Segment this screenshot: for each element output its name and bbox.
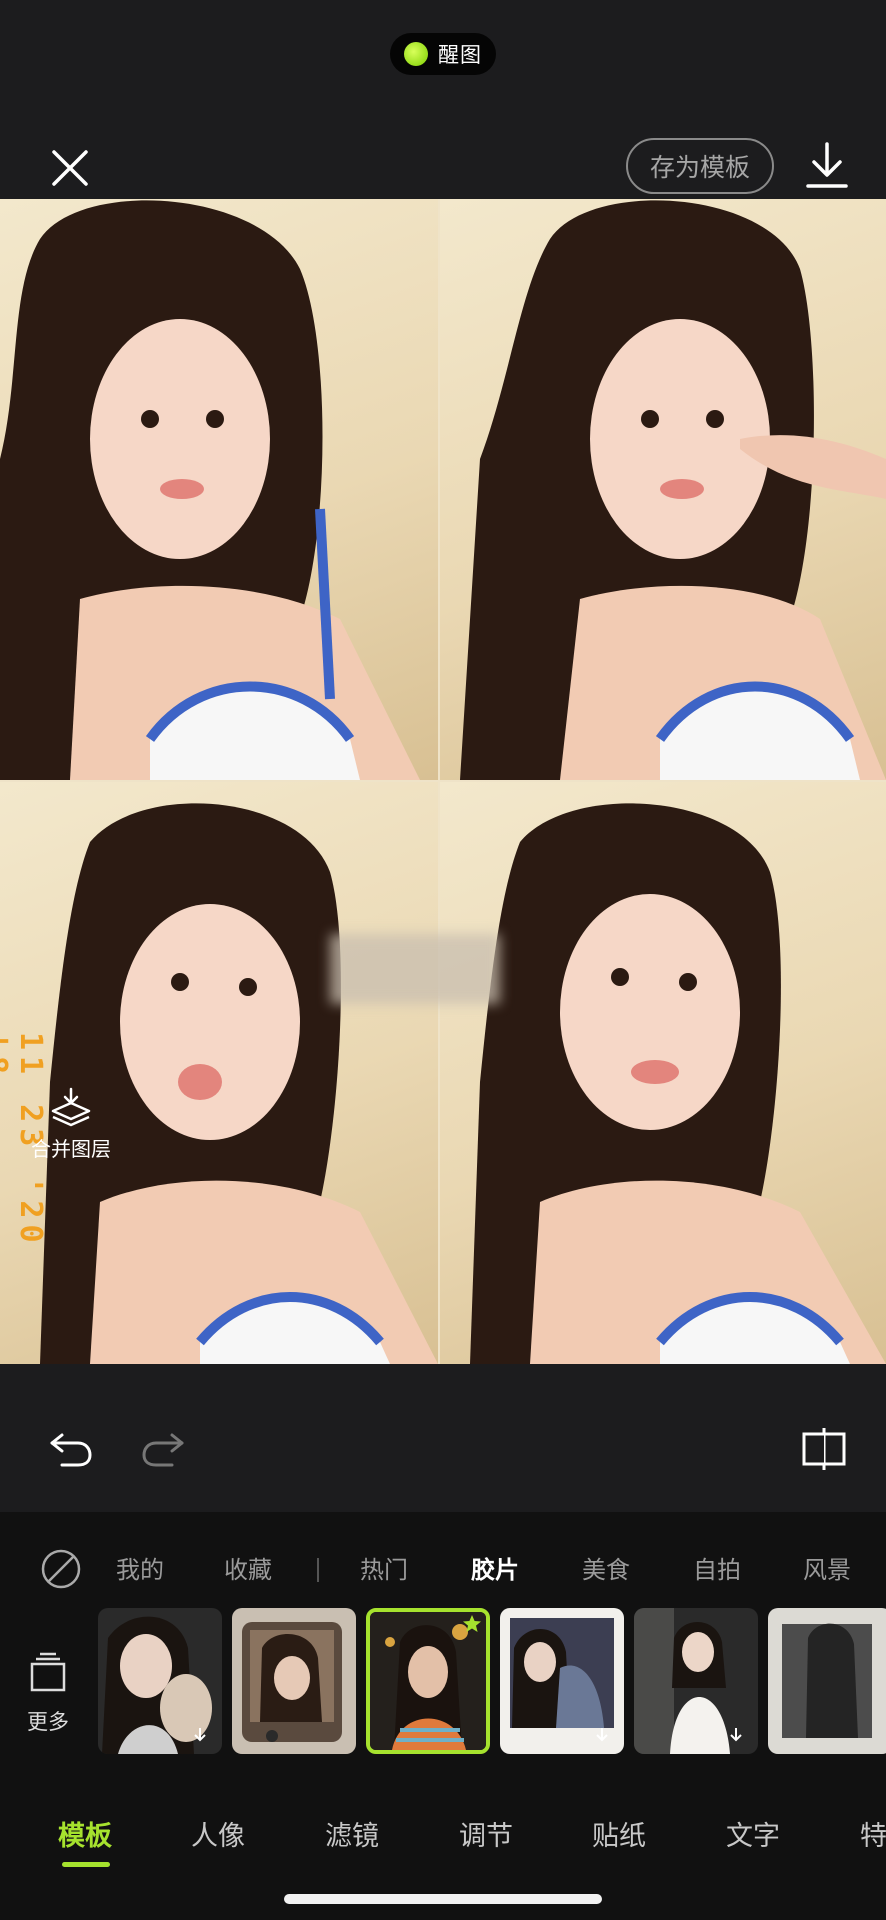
star-icon	[463, 1615, 481, 1632]
category-scenery[interactable]: 风景	[803, 1550, 851, 1585]
tab-text[interactable]: 文字	[726, 1814, 780, 1853]
no-template-icon[interactable]	[40, 1548, 82, 1590]
blurred-region	[330, 934, 500, 1004]
template-thumbnail[interactable]	[232, 1608, 356, 1754]
layers-icon	[51, 1087, 91, 1127]
category-row: 我的 收藏 热门 胶片 美食 自拍 风景	[0, 1534, 886, 1594]
category-selfie[interactable]: 自拍	[693, 1550, 741, 1585]
tab-adjust[interactable]: 调节	[459, 1814, 513, 1853]
status-bar: 醒图	[0, 0, 886, 130]
undo-icon[interactable]	[48, 1429, 94, 1469]
download-icon	[596, 1728, 608, 1742]
redo-icon[interactable]	[140, 1429, 186, 1469]
photo-canvas[interactable]: 11 23 '20 '8	[0, 199, 886, 1364]
tab-sticker[interactable]: 贴纸	[592, 1814, 646, 1853]
tab-template[interactable]: 模板	[58, 1814, 112, 1853]
tab-filter[interactable]: 滤镜	[325, 1814, 379, 1853]
category-hot[interactable]: 热门	[360, 1550, 408, 1585]
app-name: 醒图	[438, 43, 482, 67]
category-mine[interactable]: 我的	[116, 1550, 164, 1585]
template-thumbnail[interactable]	[98, 1608, 222, 1754]
template-thumbnail-selected[interactable]	[366, 1608, 490, 1754]
template-thumbnail[interactable]	[500, 1608, 624, 1754]
merge-layers-button[interactable]: 合并图层	[26, 1087, 116, 1161]
active-tab-indicator	[62, 1862, 110, 1867]
more-label: 更多	[27, 1710, 69, 1734]
category-food[interactable]: 美食	[582, 1550, 630, 1585]
category-film[interactable]: 胶片	[471, 1550, 519, 1585]
bottom-panel: 我的 收藏 热门 胶片 美食 自拍 风景 更多 模板 人像 滤镜 调节 贴纸 文…	[0, 1512, 886, 1920]
download-icon	[194, 1728, 206, 1742]
category-favorites[interactable]: 收藏	[224, 1550, 272, 1585]
stack-icon	[30, 1652, 66, 1692]
app-logo-icon	[404, 42, 428, 66]
tab-portrait[interactable]: 人像	[191, 1814, 245, 1853]
more-templates-button[interactable]: 更多	[20, 1652, 76, 1752]
collage-photo-2[interactable]	[440, 199, 886, 780]
download-icon[interactable]	[802, 140, 852, 192]
merge-layers-label: 合并图层	[31, 1137, 111, 1161]
category-divider	[317, 1558, 319, 1582]
download-icon	[730, 1728, 742, 1742]
collage-photo-3[interactable]: 11 23 '20 '8	[0, 782, 438, 1364]
close-icon[interactable]	[48, 146, 92, 190]
template-thumbnail[interactable]	[634, 1608, 758, 1754]
template-strip[interactable]	[98, 1608, 886, 1758]
save-template-button[interactable]: 存为模板	[626, 138, 774, 194]
top-bar: 存为模板	[0, 130, 886, 200]
collage-photo-1[interactable]	[0, 199, 438, 780]
tool-tabs: 模板 人像 滤镜 调节 贴纸 文字 特	[0, 1800, 886, 1870]
app-badge: 醒图	[390, 33, 496, 75]
compare-icon[interactable]	[800, 1426, 848, 1472]
tab-effects[interactable]: 特	[860, 1814, 886, 1853]
edit-history-bar	[0, 1364, 886, 1512]
collage-photo-4[interactable]	[440, 782, 886, 1364]
home-indicator[interactable]	[284, 1894, 602, 1904]
template-thumbnail[interactable]	[768, 1608, 886, 1754]
date-stamp: 11 23 '20 '8	[0, 1032, 48, 1249]
